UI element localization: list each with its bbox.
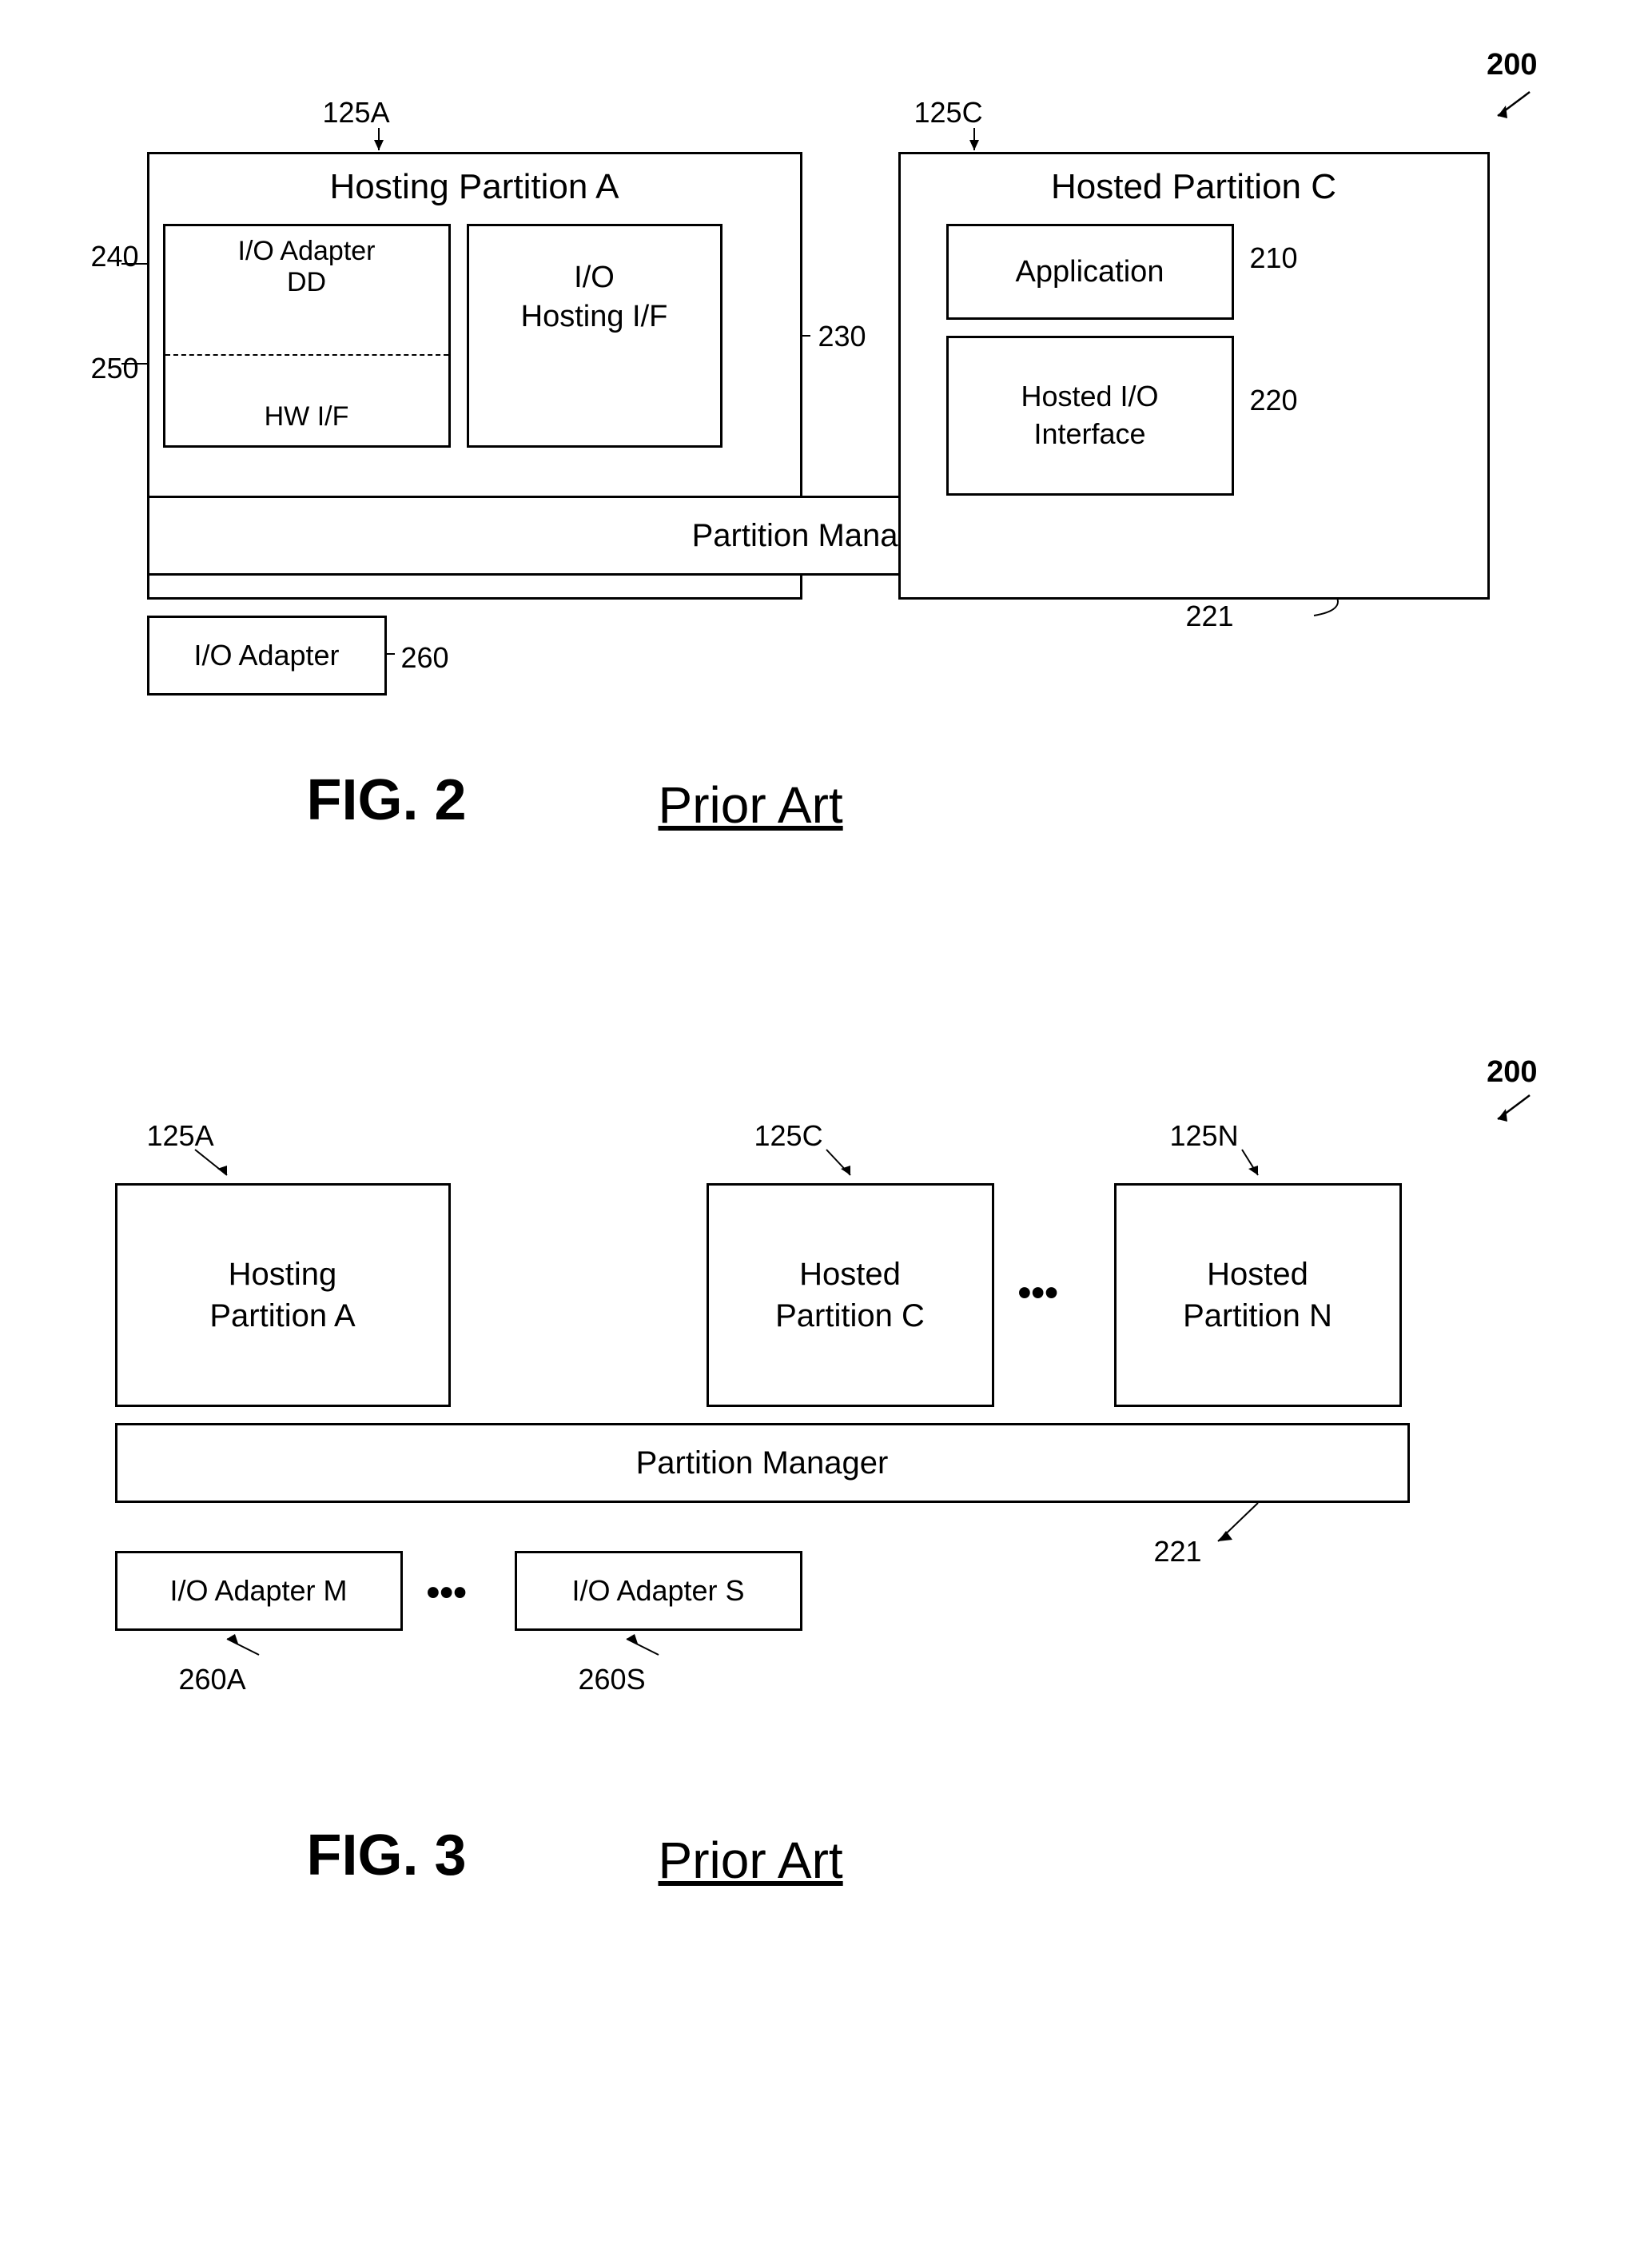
io-adapter-m-fig3: I/O Adapter M [115,1551,403,1631]
io-adapter-bottom-text: I/O Adapter [193,639,339,672]
label-250: 250 [91,352,139,385]
fig3-label: FIG. 3 [307,1823,467,1888]
io-adapter-dd-box: I/O AdapterDD HW I/F [163,224,451,448]
io-adapter-m-text: I/O Adapter M [169,1574,347,1608]
hosted-io-interface-box: Hosted I/OInterface [946,336,1234,496]
io-adapter-dd-title: I/O AdapterDD [165,226,448,298]
label-125c-fig2: 125C [914,96,983,130]
hosting-partition-a-title-fig2: Hosting Partition A [149,154,800,220]
label-125n-fig3: 125N [1170,1119,1239,1153]
label-221-fig3: 221 [1154,1535,1202,1568]
dashed-line [165,354,448,356]
fig3-diagram: 200 125A 12 [67,1055,1586,2134]
io-adapter-bottom-fig2: I/O Adapter [147,616,387,696]
label-260s-fig3: 260S [579,1663,646,1696]
label-220: 220 [1250,384,1298,417]
application-box: Application [946,224,1234,320]
partition-manager-text-fig3: Partition Manager [636,1445,889,1481]
hosted-partition-c-fig3: HostedPartition C [707,1183,994,1407]
ellipsis-partitions-fig3: ••• [1018,1271,1058,1315]
label-210: 210 [1250,241,1298,275]
label-125c-fig3: 125C [754,1119,823,1153]
label-240: 240 [91,240,139,273]
hosted-partition-n-fig3: HostedPartition N [1114,1183,1402,1407]
label-221-fig2: 221 [1186,600,1234,633]
hosted-partition-c-text-fig3: HostedPartition C [775,1254,925,1337]
application-text: Application [1016,255,1164,289]
label-125a-fig2: 125A [323,96,390,130]
io-adapter-s-fig3: I/O Adapter S [515,1551,802,1631]
fig2-prior-art: Prior Art [659,775,843,835]
hosted-io-interface-text: Hosted I/OInterface [1021,378,1158,453]
io-hosting-if-title: I/OHosting I/F [469,226,720,369]
page: 200 [0,0,1652,2256]
hosted-partition-n-text-fig3: HostedPartition N [1183,1254,1332,1337]
label-260-fig2: 260 [401,641,449,675]
label-125a-fig3: 125A [147,1119,214,1153]
io-adapter-s-text: I/O Adapter S [571,1574,744,1608]
hosted-partition-c-title-fig2: Hosted Partition C [901,154,1487,220]
fig3-prior-art: Prior Art [659,1831,843,1890]
hosting-partition-a-text-fig3: HostingPartition A [209,1254,355,1337]
hosting-partition-a-fig3: HostingPartition A [115,1183,451,1407]
ref-200-fig3: 200 [1487,1055,1537,1090]
ref-200-fig2: 200 [1487,48,1537,82]
io-hosting-if-box: I/OHosting I/F [467,224,723,448]
hw-if-label: HW I/F [265,401,349,432]
fig2-diagram: 200 [67,48,1586,991]
label-260a-fig3: 260A [179,1663,246,1696]
ellipsis-adapters-fig3: ••• [427,1571,467,1615]
partition-manager-bar-fig3: Partition Manager [115,1423,1410,1503]
label-230: 230 [818,320,866,353]
fig2-label: FIG. 2 [307,767,467,833]
